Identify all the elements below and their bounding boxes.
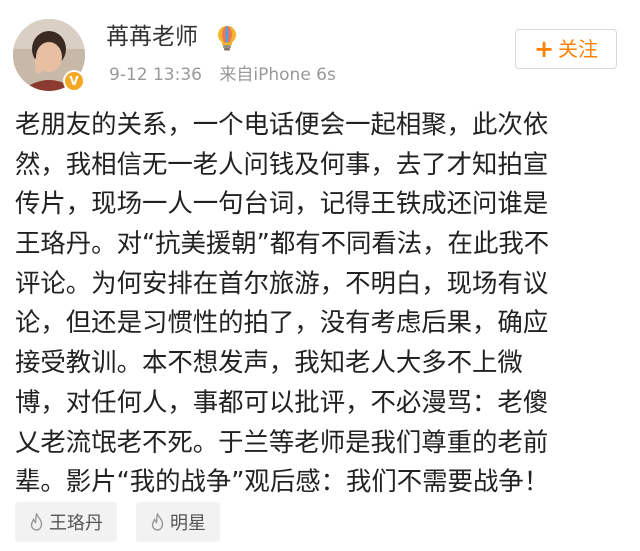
post-text-line: 王珞丹。对“抗美援朝”都有不同看法，在此我不	[15, 228, 550, 259]
post-text-line: 老朋友的关系，一个电话便会一起相聚，此次依	[15, 109, 549, 139]
post-text-line: 论，但还是习惯性的拍了，没有考虑后果，确应	[15, 307, 549, 338]
post-text: 老朋友的关系，一个电话便会一起相聚，此次依 然，我相信无一老人问钱及何事，去了才…	[15, 105, 627, 502]
flame-icon	[151, 513, 164, 531]
follow-button-label: 关注	[558, 37, 599, 61]
post-header: V 苒苒老师 9-12 13:36 来自iPhone 6s + 关注	[0, 0, 640, 105]
post-text-line: 评论。为何安排在首尔旅游，不明白，现场有议	[15, 267, 549, 298]
lightbulb-icon[interactable]	[216, 24, 238, 52]
tag-wangluodan[interactable]: 王珞丹	[15, 502, 117, 542]
follow-button[interactable]: + 关注	[515, 29, 617, 69]
post-text-line: 接受教训。本不想发声，我知老人大多不上微	[15, 347, 523, 378]
post-text-line: 辈。影片“我的战争”观后感：我们不需要战争！	[15, 466, 550, 497]
tag-label: 王珞丹	[49, 513, 103, 534]
post-time: 9-12 13:36	[109, 65, 202, 85]
post-source: 来自iPhone 6s	[219, 65, 336, 85]
topic-tags: 王珞丹 明星	[15, 502, 239, 546]
post-meta: 9-12 13:36 来自iPhone 6s	[109, 63, 348, 87]
flame-icon	[30, 513, 43, 531]
post-text-line: 乂老流氓老不死。于兰等老师是我们尊重的老前	[15, 426, 549, 457]
post-text-line: 然，我相信无一老人问钱及何事，去了才知拍宣	[15, 148, 549, 179]
weibo-post: V 苒苒老师 9-12 13:36 来自iPhone 6s + 关注 老朋友的关…	[0, 0, 640, 551]
tag-label: 明星	[170, 513, 206, 534]
post-text-line: 传片，现场一人一句台词，记得王铁成还问谁是	[15, 188, 549, 219]
post-text-line: 博，对任何人，事都可以批评，不必漫骂：老傻	[15, 386, 549, 417]
tag-mingxing[interactable]: 明星	[136, 502, 220, 542]
author-name[interactable]: 苒苒老师	[106, 22, 198, 52]
plus-icon: +	[533, 35, 555, 63]
v-badge-icon: V	[63, 70, 85, 92]
